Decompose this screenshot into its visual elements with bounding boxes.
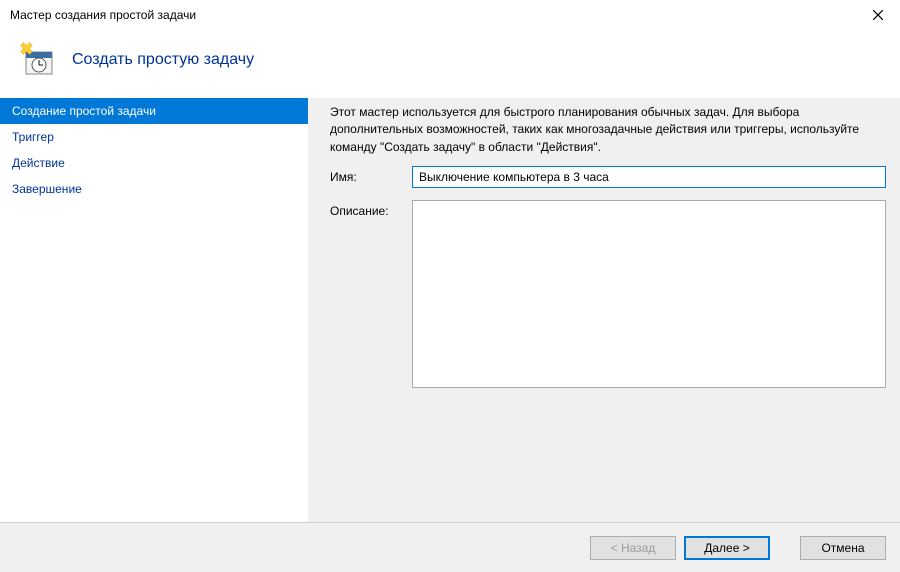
sidebar-step-label: Триггер xyxy=(12,130,54,144)
sidebar-step-label: Завершение xyxy=(12,182,82,196)
sidebar-step-label: Создание простой задачи xyxy=(12,104,156,118)
content-area: Создание простой задачи Триггер Действие… xyxy=(0,98,900,522)
intro-text: Этот мастер используется для быстрого пл… xyxy=(330,104,886,156)
wizard-footer: < Назад Далее > Отмена xyxy=(0,522,900,572)
close-button[interactable] xyxy=(855,0,900,30)
description-label: Описание: xyxy=(330,200,412,218)
sidebar-step-trigger[interactable]: Триггер xyxy=(0,124,308,150)
wizard-header: Создать простую задачу xyxy=(0,30,900,98)
sidebar-step-create[interactable]: Создание простой задачи xyxy=(0,98,308,124)
wizard-title: Создать простую задачу xyxy=(72,51,254,69)
wizard-icon xyxy=(20,42,56,78)
description-row: Описание: xyxy=(330,200,886,388)
description-textarea[interactable] xyxy=(412,200,886,388)
window-title: Мастер создания простой задачи xyxy=(10,8,196,22)
sidebar-step-finish[interactable]: Завершение xyxy=(0,176,308,202)
name-input[interactable] xyxy=(412,166,886,188)
cancel-button[interactable]: Отмена xyxy=(800,536,886,560)
next-button[interactable]: Далее > xyxy=(684,536,770,560)
titlebar: Мастер создания простой задачи xyxy=(0,0,900,30)
wizard-sidebar: Создание простой задачи Триггер Действие… xyxy=(0,98,308,522)
name-label: Имя: xyxy=(330,166,412,184)
sidebar-step-label: Действие xyxy=(12,156,65,170)
close-icon xyxy=(873,10,883,20)
sidebar-step-action[interactable]: Действие xyxy=(0,150,308,176)
back-button: < Назад xyxy=(590,536,676,560)
wizard-main: Этот мастер используется для быстрого пл… xyxy=(308,98,900,522)
name-row: Имя: xyxy=(330,166,886,188)
